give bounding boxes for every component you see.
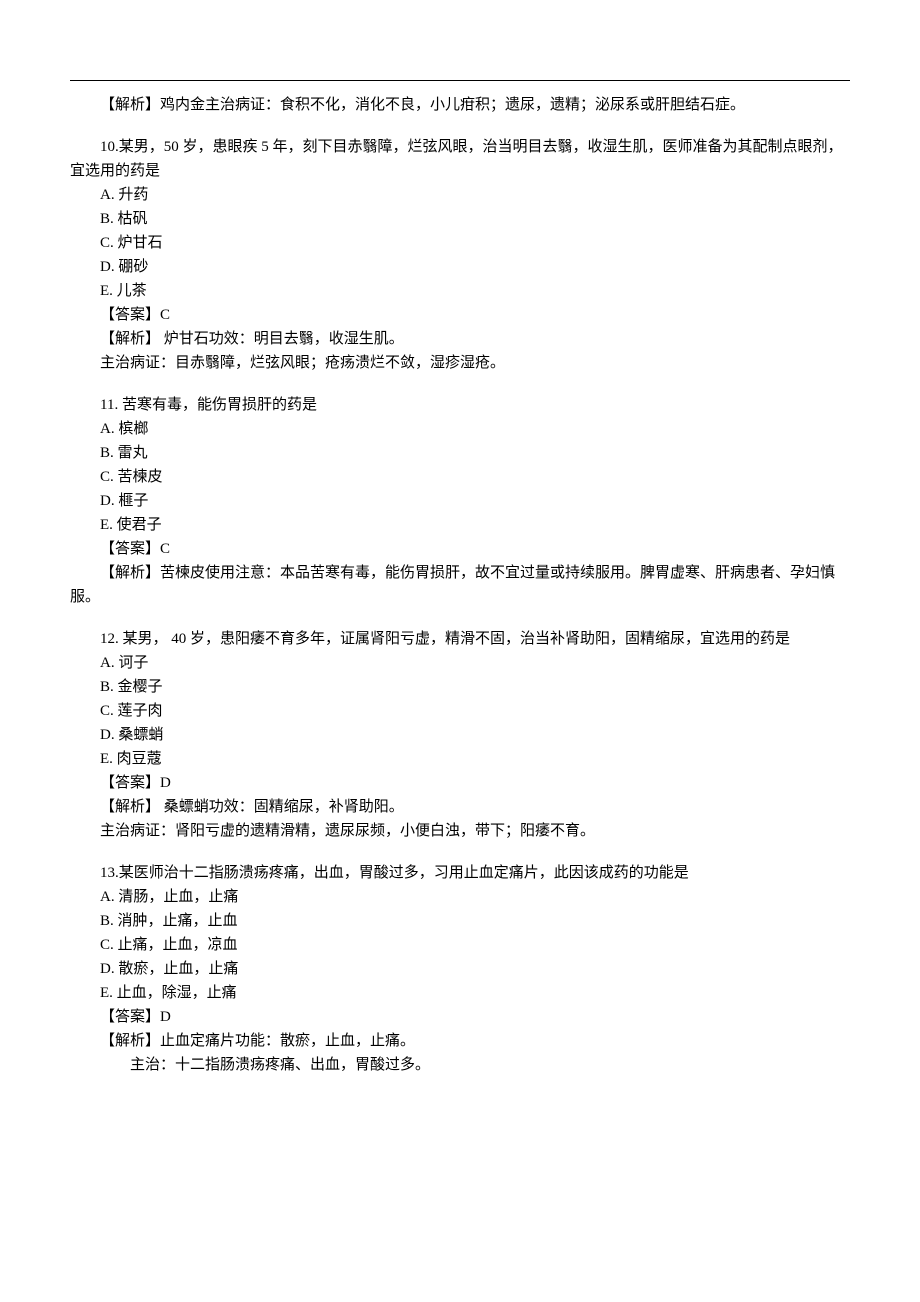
item9-analysis: 【解析】鸡内金主治病证：食积不化，消化不良，小儿疳积；遗尿，遗精；泌尿系或肝胆结… bbox=[70, 93, 850, 117]
item13-analysis1: 【解析】止血定痛片功能：散瘀，止血，止痛。 bbox=[100, 1029, 850, 1053]
item10-option-d: D. 硼砂 bbox=[100, 255, 850, 279]
item13-option-c: C. 止痛，止血，凉血 bbox=[100, 933, 850, 957]
item11-option-a: A. 槟榔 bbox=[100, 417, 850, 441]
item11-option-b: B. 雷丸 bbox=[100, 441, 850, 465]
item12-question: 12. 某男， 40 岁，患阳痿不育多年，证属肾阳亏虚，精滑不固，治当补肾助阳，… bbox=[70, 627, 850, 651]
item10-option-a: A. 升药 bbox=[100, 183, 850, 207]
item13-analysis2: 主治：十二指肠溃疡疼痛、出血，胃酸过多。 bbox=[130, 1053, 850, 1077]
item10-block: 10.某男，50 岁，患眼疾 5 年，刻下目赤翳障，烂弦风眼，治当明目去翳，收湿… bbox=[70, 135, 850, 375]
item11-analysis: 【解析】苦楝皮使用注意：本品苦寒有毒，能伤胃损肝，故不宜过量或持续服用。脾胃虚寒… bbox=[70, 561, 850, 609]
item12-option-a: A. 诃子 bbox=[100, 651, 850, 675]
item12-analysis2: 主治病证：肾阳亏虚的遗精滑精，遗尿尿频，小便白浊，带下；阳痿不育。 bbox=[100, 819, 850, 843]
item13-block: 13.某医师治十二指肠溃疡疼痛，出血，胃酸过多，习用止血定痛片，此因该成药的功能… bbox=[70, 861, 850, 1077]
item12-option-d: D. 桑螵蛸 bbox=[100, 723, 850, 747]
item13-option-e: E. 止血，除湿，止痛 bbox=[100, 981, 850, 1005]
item12-option-b: B. 金樱子 bbox=[100, 675, 850, 699]
divider-line bbox=[70, 80, 850, 81]
item11-block: 11. 苦寒有毒，能伤胃损肝的药是 A. 槟榔 B. 雷丸 C. 苦楝皮 D. … bbox=[70, 393, 850, 609]
item11-answer: 【答案】C bbox=[100, 537, 850, 561]
item12-option-c: C. 莲子肉 bbox=[100, 699, 850, 723]
item12-block: 12. 某男， 40 岁，患阳痿不育多年，证属肾阳亏虚，精滑不固，治当补肾助阳，… bbox=[70, 627, 850, 843]
item12-analysis1: 【解析】 桑螵蛸功效：固精缩尿，补肾助阳。 bbox=[100, 795, 850, 819]
item10-option-b: B. 枯矾 bbox=[100, 207, 850, 231]
item11-option-c: C. 苦楝皮 bbox=[100, 465, 850, 489]
item13-answer: 【答案】D bbox=[100, 1005, 850, 1029]
item12-answer: 【答案】D bbox=[100, 771, 850, 795]
item13-option-d: D. 散瘀，止血，止痛 bbox=[100, 957, 850, 981]
item9-analysis-block: 【解析】鸡内金主治病证：食积不化，消化不良，小儿疳积；遗尿，遗精；泌尿系或肝胆结… bbox=[70, 93, 850, 117]
item11-option-e: E. 使君子 bbox=[100, 513, 850, 537]
item10-question: 10.某男，50 岁，患眼疾 5 年，刻下目赤翳障，烂弦风眼，治当明目去翳，收湿… bbox=[70, 135, 850, 183]
item13-option-a: A. 清肠，止血，止痛 bbox=[100, 885, 850, 909]
item13-question: 13.某医师治十二指肠溃疡疼痛，出血，胃酸过多，习用止血定痛片，此因该成药的功能… bbox=[70, 861, 850, 885]
item10-analysis1: 【解析】 炉甘石功效：明目去翳，收湿生肌。 bbox=[100, 327, 850, 351]
item11-question: 11. 苦寒有毒，能伤胃损肝的药是 bbox=[70, 393, 850, 417]
item10-answer: 【答案】C bbox=[100, 303, 850, 327]
item13-option-b: B. 消肿，止痛，止血 bbox=[100, 909, 850, 933]
item10-option-e: E. 儿茶 bbox=[100, 279, 850, 303]
item11-option-d: D. 榧子 bbox=[100, 489, 850, 513]
item10-option-c: C. 炉甘石 bbox=[100, 231, 850, 255]
item10-analysis2: 主治病证：目赤翳障，烂弦风眼；疮疡溃烂不敛，湿疹湿疮。 bbox=[100, 351, 850, 375]
item12-option-e: E. 肉豆蔻 bbox=[100, 747, 850, 771]
